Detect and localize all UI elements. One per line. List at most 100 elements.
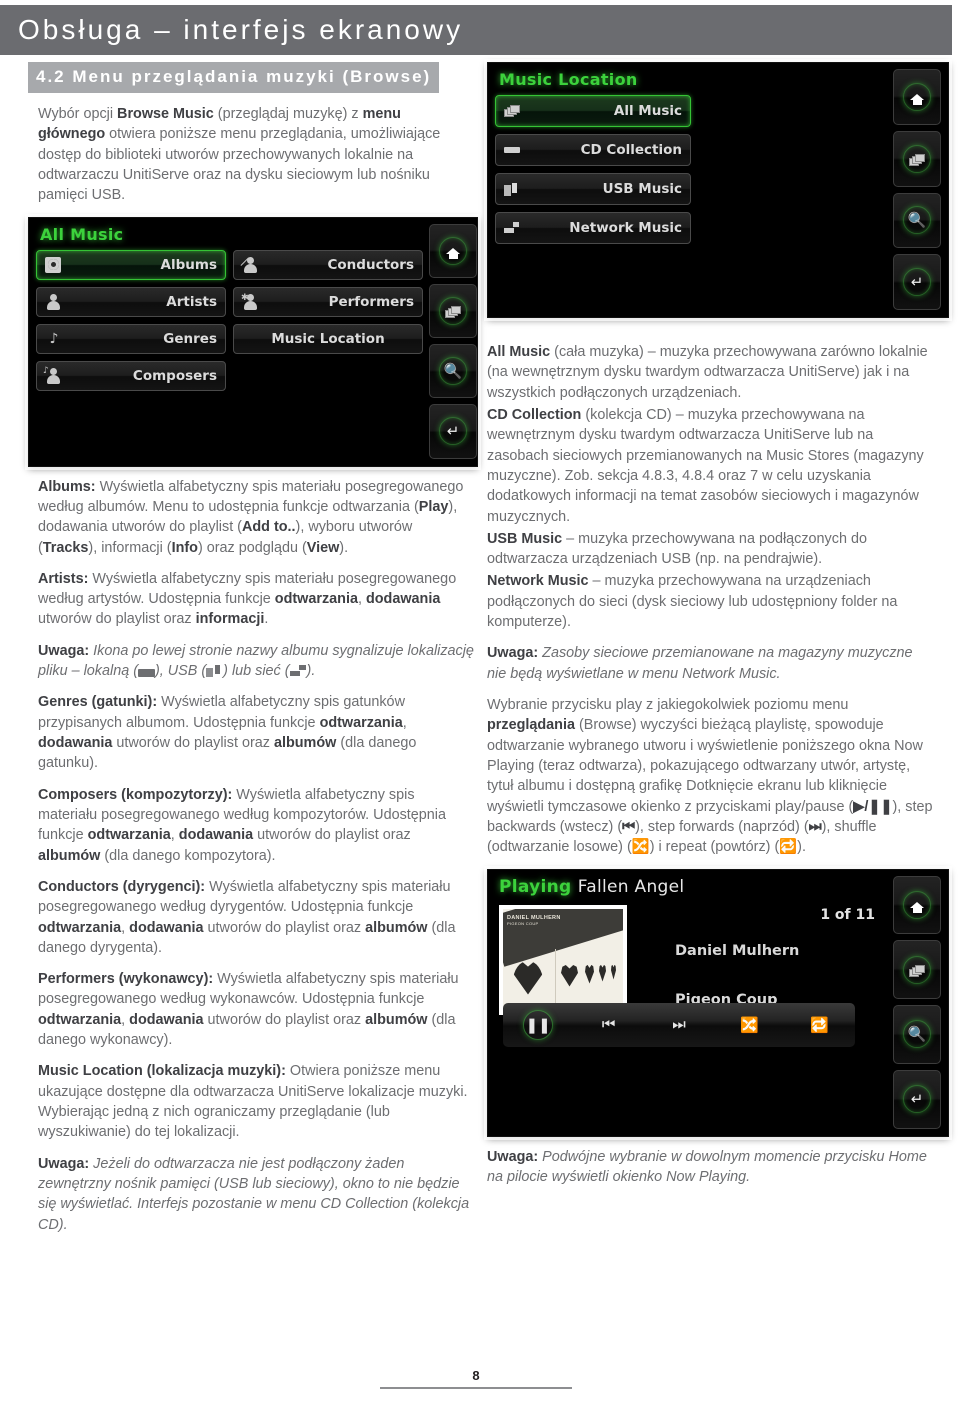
now-playing-screen-body: Playing Fallen Angel DANIEL MULHERN PIGE…	[495, 876, 887, 1129]
usb-music-term: USB Music	[487, 530, 563, 547]
step-forward-button[interactable]: ⏭	[659, 1010, 699, 1040]
all-music-column-right: Conductors ✱ Performers Music Location	[233, 249, 423, 391]
side-key-search[interactable]: 🔍	[893, 192, 941, 249]
heart-shape-icon	[599, 964, 606, 982]
person-star-icon: ✱	[241, 293, 260, 310]
side-key-enter[interactable]: ↵	[893, 1069, 941, 1129]
track-counter: 1 of 11	[820, 906, 875, 923]
right-body-copy-top: All Music (cała muzyka) – muzyka przecho…	[487, 342, 935, 858]
note-home-button: Uwaga: Podwójne wybranie w dowolnym mome…	[487, 1148, 927, 1185]
left-column: 4.2 Menu przeglądania muzyki (Browse) Wy…	[28, 62, 478, 1246]
artwork-credit: DANIEL MULHERN PIGEON COUP	[507, 914, 561, 926]
location-button-network-music[interactable]: Network Music	[495, 212, 691, 244]
side-key-search[interactable]: 🔍	[429, 344, 477, 399]
all-music-screen-title: All Music	[40, 224, 124, 244]
conductors-description: Conductors (dyrygenci): Wyświetla alfabe…	[38, 878, 456, 956]
album-artwork: DANIEL MULHERN PIGEON COUP	[499, 904, 627, 1015]
step-backward-icon: ⏮	[601, 1016, 616, 1033]
pause-button[interactable]: ❚❚	[518, 1010, 558, 1040]
all-music-button-grid: Albums Artists ♪ Genres ♪ Composers Cond…	[36, 249, 423, 391]
genres-term: Genres (gatunki):	[38, 694, 158, 711]
disc-icon	[45, 256, 61, 273]
menu-button-genres[interactable]: ♪ Genres	[36, 323, 226, 354]
local-disk-icon	[504, 142, 522, 158]
heart-shape-icon	[611, 964, 616, 980]
performers-description: Performers (wykonawcy): Wyświetla alfabe…	[38, 971, 459, 1049]
side-key-home[interactable]	[893, 875, 941, 935]
section-heading: 4.2 Menu przeglądania muzyki (Browse)	[28, 62, 440, 93]
page-footer: 8	[0, 1368, 952, 1389]
side-key-browse[interactable]	[429, 283, 477, 339]
network-icon	[504, 220, 522, 236]
artists-term: Artists:	[38, 570, 89, 587]
local-disk-icon	[138, 669, 155, 678]
search-icon: 🔍	[903, 1020, 931, 1049]
step-backward-icon: ⏮	[622, 818, 636, 835]
all-music-term: All Music	[487, 344, 551, 360]
stack-icon	[504, 103, 522, 119]
side-key-enter[interactable]: ↵	[429, 404, 477, 459]
home-icon	[439, 236, 467, 265]
enter-icon: ↵	[903, 1085, 931, 1114]
menu-button-performers[interactable]: ✱ Performers	[233, 286, 423, 317]
music-note-icon: ♪	[49, 330, 59, 347]
now-playing-track: Fallen Angel	[577, 876, 685, 897]
performers-term: Performers (wykonawcy):	[38, 971, 214, 988]
stack-icon	[439, 296, 467, 325]
note-network-term: Uwaga:	[487, 645, 539, 662]
genres-description: Genres (gatunki): Wyświetla alfabetyczny…	[38, 694, 417, 772]
repeat-button[interactable]: 🔁	[800, 1010, 840, 1040]
note-term: Uwaga:	[38, 642, 90, 659]
stack-icon	[903, 144, 931, 173]
all-music-column-left: Albums Artists ♪ Genres ♪ Composers	[36, 249, 226, 391]
music-location-term: Music Location (lokalizacja muzyki):	[38, 1063, 286, 1080]
composers-description: Composers (kompozytorzy): Wyświetla alfa…	[38, 786, 446, 864]
location-button-all-music[interactable]: All Music	[495, 95, 691, 127]
usb-icon	[504, 181, 522, 197]
usb-icon	[206, 665, 223, 678]
shuffle-button[interactable]: 🔀	[729, 1010, 769, 1040]
location-button-cd-collection[interactable]: CD Collection	[495, 134, 691, 166]
enter-icon: ↵	[439, 417, 467, 446]
all-music-screen: All Music Albums Artists ♪ Genres ♪ Comp…	[28, 216, 478, 467]
repeat-icon: 🔁	[810, 1016, 830, 1034]
shuffle-icon: 🔀	[631, 839, 650, 856]
shuffle-icon: 🔀	[740, 1016, 759, 1034]
person-icon	[45, 293, 63, 310]
all-music-description: All Music (cała muzyka) – muzyka przecho…	[487, 344, 928, 401]
side-key-browse[interactable]	[893, 940, 941, 999]
network-music-term: Network Music	[487, 573, 589, 590]
music-location-screen-body: Music Location All Music CD Collection U…	[495, 69, 887, 310]
note-home-term: Uwaga:	[487, 1148, 539, 1165]
music-location-description: Music Location (lokalizacja muzyki): Otw…	[38, 1063, 468, 1141]
note-cd-collection: Uwaga: Jeżeli do odtwarzacza nie jest po…	[38, 1155, 470, 1233]
menu-button-conductors[interactable]: Conductors	[233, 249, 423, 280]
menu-button-albums[interactable]: Albums	[36, 249, 226, 280]
cd-collection-description: CD Collection (kolekcja CD) – muzyka prz…	[487, 406, 924, 525]
menu-button-composers[interactable]: ♪ Composers	[36, 360, 226, 391]
artists-description: Artists: Wyświetla alfabetyczny spis mat…	[38, 570, 457, 628]
menu-button-music-location-label: Music Location	[271, 330, 385, 347]
albums-description: Albums: Wyświetla alfabetyczny spis mate…	[38, 478, 464, 556]
enter-icon: ↵	[903, 268, 931, 297]
left-body-copy: Albums: Wyświetla alfabetyczny spis mate…	[38, 477, 474, 1235]
location-button-usb-music[interactable]: USB Music	[495, 173, 691, 205]
side-key-enter[interactable]: ↵	[893, 254, 941, 310]
now-playing-status: Playing	[499, 876, 572, 897]
menu-button-artists[interactable]: Artists	[36, 286, 226, 317]
side-key-home[interactable]	[429, 223, 477, 278]
side-key-browse[interactable]	[893, 130, 941, 187]
side-key-search[interactable]: 🔍	[893, 1005, 941, 1064]
music-location-screen-title: Music Location	[499, 70, 638, 89]
all-music-screen-body: All Music Albums Artists ♪ Genres ♪ Comp…	[36, 224, 423, 459]
repeat-icon: 🔁	[779, 839, 798, 856]
play-pause-icon: ▶/❚❚	[853, 798, 893, 815]
step-backward-button[interactable]: ⏮	[589, 1010, 629, 1040]
location-button-cd-collection-label: CD Collection	[580, 142, 682, 158]
music-location-button-column: All Music CD Collection USB Music Networ…	[495, 95, 691, 244]
menu-button-conductors-label: Conductors	[327, 256, 415, 273]
menu-button-music-location[interactable]: Music Location	[233, 323, 423, 354]
page-header: Obsługa – interfejs ekranowy	[0, 5, 952, 55]
side-key-home[interactable]	[893, 69, 941, 125]
transport-bar: ❚❚ ⏮ ⏭ 🔀 🔁	[503, 1002, 855, 1047]
